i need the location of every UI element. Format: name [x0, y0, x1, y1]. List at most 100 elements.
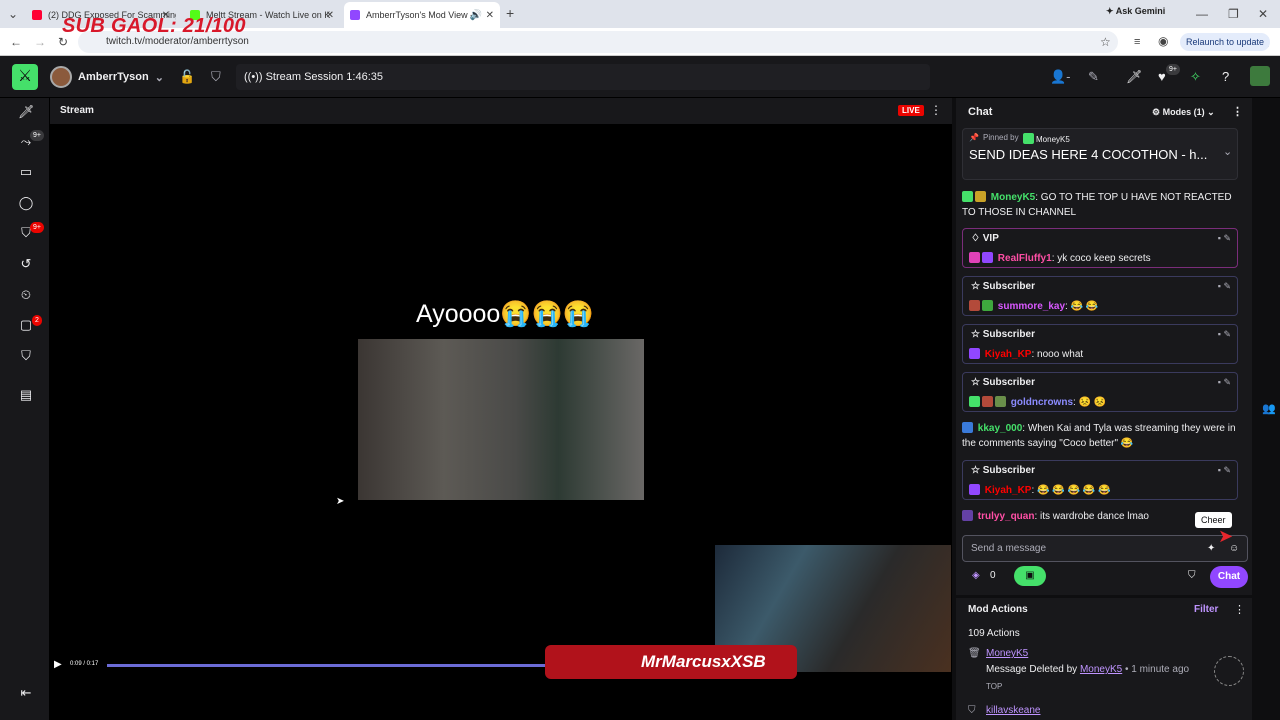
chat-icon[interactable]: ▭: [18, 164, 34, 180]
channel-name: AmberrTyson: [78, 71, 149, 83]
pencil-icon[interactable]: ✎: [1088, 69, 1099, 85]
mod-view-logo-icon[interactable]: ⚔: [12, 64, 38, 90]
bits-icon[interactable]: ▣: [1014, 566, 1046, 586]
card-label: ☆ Subscriber: [971, 377, 1035, 388]
action-user[interactable]: MoneyK5: [986, 648, 1028, 659]
close-tab-icon[interactable]: ✕: [326, 10, 334, 21]
session-label: Stream Session 1:46:35: [265, 71, 383, 83]
card-tools-icon[interactable]: ▪ ✎: [1218, 233, 1231, 244]
card-label: ☆ Subscriber: [971, 329, 1035, 340]
lock-icon[interactable]: 🔓: [179, 69, 195, 85]
action-actor[interactable]: MoneyK5: [1080, 664, 1122, 675]
speaker-icon[interactable]: 🔊: [470, 10, 482, 21]
mod-actions-panel: Mod Actions Filter ⋮ 109 Actions 🗑 Money…: [956, 598, 1252, 720]
sub-badge-icon: [969, 300, 980, 311]
send-message-input[interactable]: Send a message ✦ ☺: [962, 535, 1248, 562]
chat-message[interactable]: MoneyK5: GO TO THE TOP U HAVE NOT REACTE…: [962, 190, 1238, 220]
points-count: 0: [990, 570, 996, 581]
shield-icon[interactable]: ⛉: [1188, 570, 1196, 581]
stream-panel-header: Stream LIVE ⋮: [50, 98, 952, 124]
extension-icon[interactable]: ◉: [1158, 34, 1168, 48]
cheer-icon[interactable]: ✦: [1207, 536, 1215, 561]
chat-text: : 😣 😣: [1073, 397, 1107, 408]
chat-username[interactable]: goldncrowns: [1011, 397, 1073, 408]
channel-points-icon[interactable]: ◈: [972, 570, 980, 581]
card-tools-icon[interactable]: ▪ ✎: [1218, 377, 1231, 388]
relaunch-button[interactable]: Relaunch to update: [1180, 33, 1271, 51]
more-options-icon[interactable]: ⋮: [1234, 603, 1245, 616]
shield-icon[interactable]: ⛉: [211, 69, 221, 85]
vip-message-card[interactable]: ♢ VIP ▪ ✎ RealFluffy1: yk coco keep secr…: [962, 228, 1238, 268]
history-icon[interactable]: ↺: [18, 256, 34, 272]
card-label: ♢ VIP: [971, 233, 999, 244]
exit-icon[interactable]: ⇤: [18, 685, 34, 701]
chat-send-button[interactable]: Chat: [1210, 566, 1248, 588]
media-icon[interactable]: ≡: [1134, 35, 1140, 49]
subscriber-message-card[interactable]: ☆ Subscriber ▪ ✎ summore_kay: 😂 😂: [962, 276, 1238, 316]
bookmark-star-icon[interactable]: ☆: [1100, 35, 1111, 49]
action-prefix: Message Deleted by: [986, 664, 1078, 675]
notifications-badge: 9+: [1166, 64, 1180, 75]
more-options-icon[interactable]: ⋮: [1232, 98, 1243, 126]
widget-icon[interactable]: ▤: [18, 387, 34, 403]
modes-label: Modes (1): [1162, 107, 1205, 117]
close-window-icon[interactable]: ✕: [1258, 7, 1268, 21]
more-options-icon[interactable]: ⋮: [930, 103, 942, 117]
subscriber-message-card[interactable]: ☆ Subscriber ▪ ✎ Kiyah_KP: nooo what: [962, 324, 1238, 364]
clock-icon[interactable]: ⏲: [18, 287, 34, 303]
card-tools-icon[interactable]: ▪ ✎: [1218, 465, 1231, 476]
chat-username[interactable]: MoneyK5: [991, 192, 1035, 203]
close-tab-icon[interactable]: ✕: [486, 10, 494, 21]
chat-username[interactable]: kkay_000: [978, 423, 1023, 434]
help-icon[interactable]: ?: [1222, 69, 1229, 84]
action-user[interactable]: killavskeane: [986, 705, 1040, 716]
broadcast-icon: ((•)): [244, 71, 263, 83]
mod-badge-icon: [1023, 133, 1034, 144]
channel-switcher[interactable]: AmberrTyson ⌄: [50, 64, 164, 90]
minimize-icon[interactable]: —: [1196, 7, 1208, 21]
card-tools-icon[interactable]: ▪ ✎: [1218, 329, 1231, 340]
maximize-icon[interactable]: ❐: [1228, 7, 1239, 21]
actions-count: 109 Actions: [968, 628, 1020, 639]
chat-username[interactable]: summore_kay: [998, 301, 1065, 312]
back-icon[interactable]: ←: [10, 35, 22, 49]
chat-username[interactable]: Kiyah_KP: [985, 485, 1032, 496]
users-icon[interactable]: 👥: [1262, 402, 1276, 415]
chevron-down-icon[interactable]: ⌄: [1223, 145, 1232, 158]
sword-icon[interactable]: 🗡: [1126, 69, 1143, 85]
pinned-message[interactable]: 📌 Pinned by MoneyK5 SEND IDEAS HERE 4 CO…: [962, 128, 1238, 180]
chat-username[interactable]: Kiyah_KP: [985, 349, 1032, 360]
subscriber-message-card[interactable]: ☆ Subscriber ▪ ✎ goldncrowns: 😣 😣: [962, 372, 1238, 412]
card-tools-icon[interactable]: ▪ ✎: [1218, 281, 1231, 292]
pinned-text: SEND IDEAS HERE 4 COCOTHON - h...: [969, 147, 1208, 162]
pin-icon: 📌: [969, 133, 979, 142]
modes-dropdown[interactable]: ⚙ Modes (1) ⌄: [1152, 98, 1215, 126]
activity-icon[interactable]: ◯: [18, 195, 34, 211]
card-label-text: Subscriber: [982, 281, 1035, 292]
chat-message[interactable]: kkay_000: When Kai and Tyla was streamin…: [962, 421, 1238, 451]
user-icon[interactable]: 👤-: [1050, 69, 1071, 85]
badge-icon: [995, 396, 1006, 407]
subscriber-message-card[interactable]: ☆ Subscriber ▪ ✎ Kiyah_KP: 😂 😂 😂 😂 😂: [962, 460, 1238, 500]
ask-gemini-button[interactable]: ✦ Ask Gemini: [1106, 6, 1165, 17]
forward-icon[interactable]: →: [34, 35, 46, 49]
card-label-text: Subscriber: [982, 465, 1035, 476]
tab-modview[interactable]: AmberrTyson's Mod View - 🔊 ✕: [344, 2, 500, 28]
chat-text: : 😂 😂: [1065, 301, 1099, 312]
video-progress-bar[interactable]: [107, 664, 547, 667]
play-icon[interactable]: ▶: [54, 659, 62, 670]
chat-username[interactable]: RealFluffy1: [998, 253, 1052, 264]
filter-button[interactable]: Filter: [1194, 604, 1218, 615]
avatar: [50, 66, 72, 88]
new-tab-icon[interactable]: +: [506, 6, 514, 20]
watermark-overlay: MrMarcusxXSB: [545, 645, 797, 679]
sword-icon[interactable]: 🗡: [18, 104, 35, 120]
shield-outline-icon[interactable]: ⛉: [18, 348, 34, 364]
chevron-down-icon: ⌄: [154, 71, 164, 84]
chat-username[interactable]: trulyy_quan: [978, 511, 1035, 522]
sparkle-icon[interactable]: ✧: [1190, 69, 1201, 85]
send-placeholder: Send a message: [971, 543, 1047, 554]
tab-search-icon[interactable]: ⌄: [8, 7, 18, 21]
notifications-icon[interactable]: ♥: [1158, 69, 1166, 84]
user-avatar[interactable]: [1250, 66, 1270, 86]
